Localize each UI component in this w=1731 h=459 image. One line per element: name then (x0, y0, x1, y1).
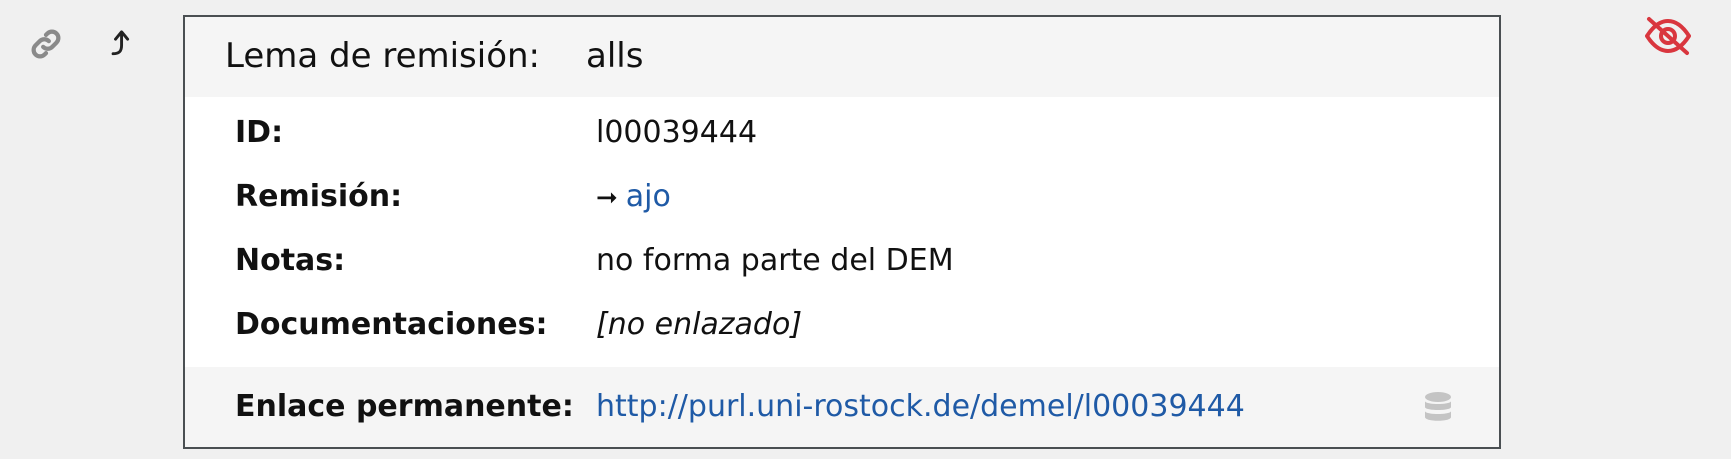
database-icon[interactable] (1423, 391, 1457, 425)
header-label: Lema de remisión: (225, 36, 541, 76)
link-icon[interactable] (26, 24, 66, 64)
row-documentaciones: Documentaciones: [no enlazado] (185, 293, 1499, 357)
card-body: ID: l00039444 Remisión: ➞ ajo Notas: no f… (185, 97, 1499, 385)
permalink-label: Enlace permanente: (235, 389, 574, 424)
notas-label: Notas: (235, 243, 346, 278)
card-header: Lema de remisión: alls (185, 17, 1499, 97)
return-arrow-icon[interactable] (106, 24, 142, 64)
eye-slash-icon[interactable] (1642, 14, 1694, 58)
id-value: l00039444 (596, 115, 758, 150)
card-footer: Enlace permanente: http://purl.uni-rosto… (185, 367, 1499, 447)
remision-value: ➞ ajo (596, 165, 671, 230)
remision-link[interactable]: ajo (626, 179, 671, 214)
documentaciones-label: Documentaciones: (235, 307, 548, 342)
id-label: ID: (235, 115, 284, 150)
row-id: ID: l00039444 (185, 101, 1499, 165)
entry-card: Lema de remisión: alls ID: l00039444 Rem… (183, 15, 1501, 449)
row-notas: Notas: no forma parte del DEM (185, 229, 1499, 293)
header-value: alls (586, 36, 644, 76)
permalink-value: http://purl.uni-rostock.de/demel/l000394… (596, 367, 1245, 447)
notas-value: no forma parte del DEM (596, 243, 954, 278)
remision-label: Remisión: (235, 179, 403, 214)
documentaciones-value: [no enlazado] (596, 307, 803, 342)
row-remision: Remisión: ➞ ajo (185, 165, 1499, 229)
arrow-right-icon: ➞ (596, 183, 618, 213)
permalink-link[interactable]: http://purl.uni-rostock.de/demel/l000394… (596, 389, 1245, 424)
